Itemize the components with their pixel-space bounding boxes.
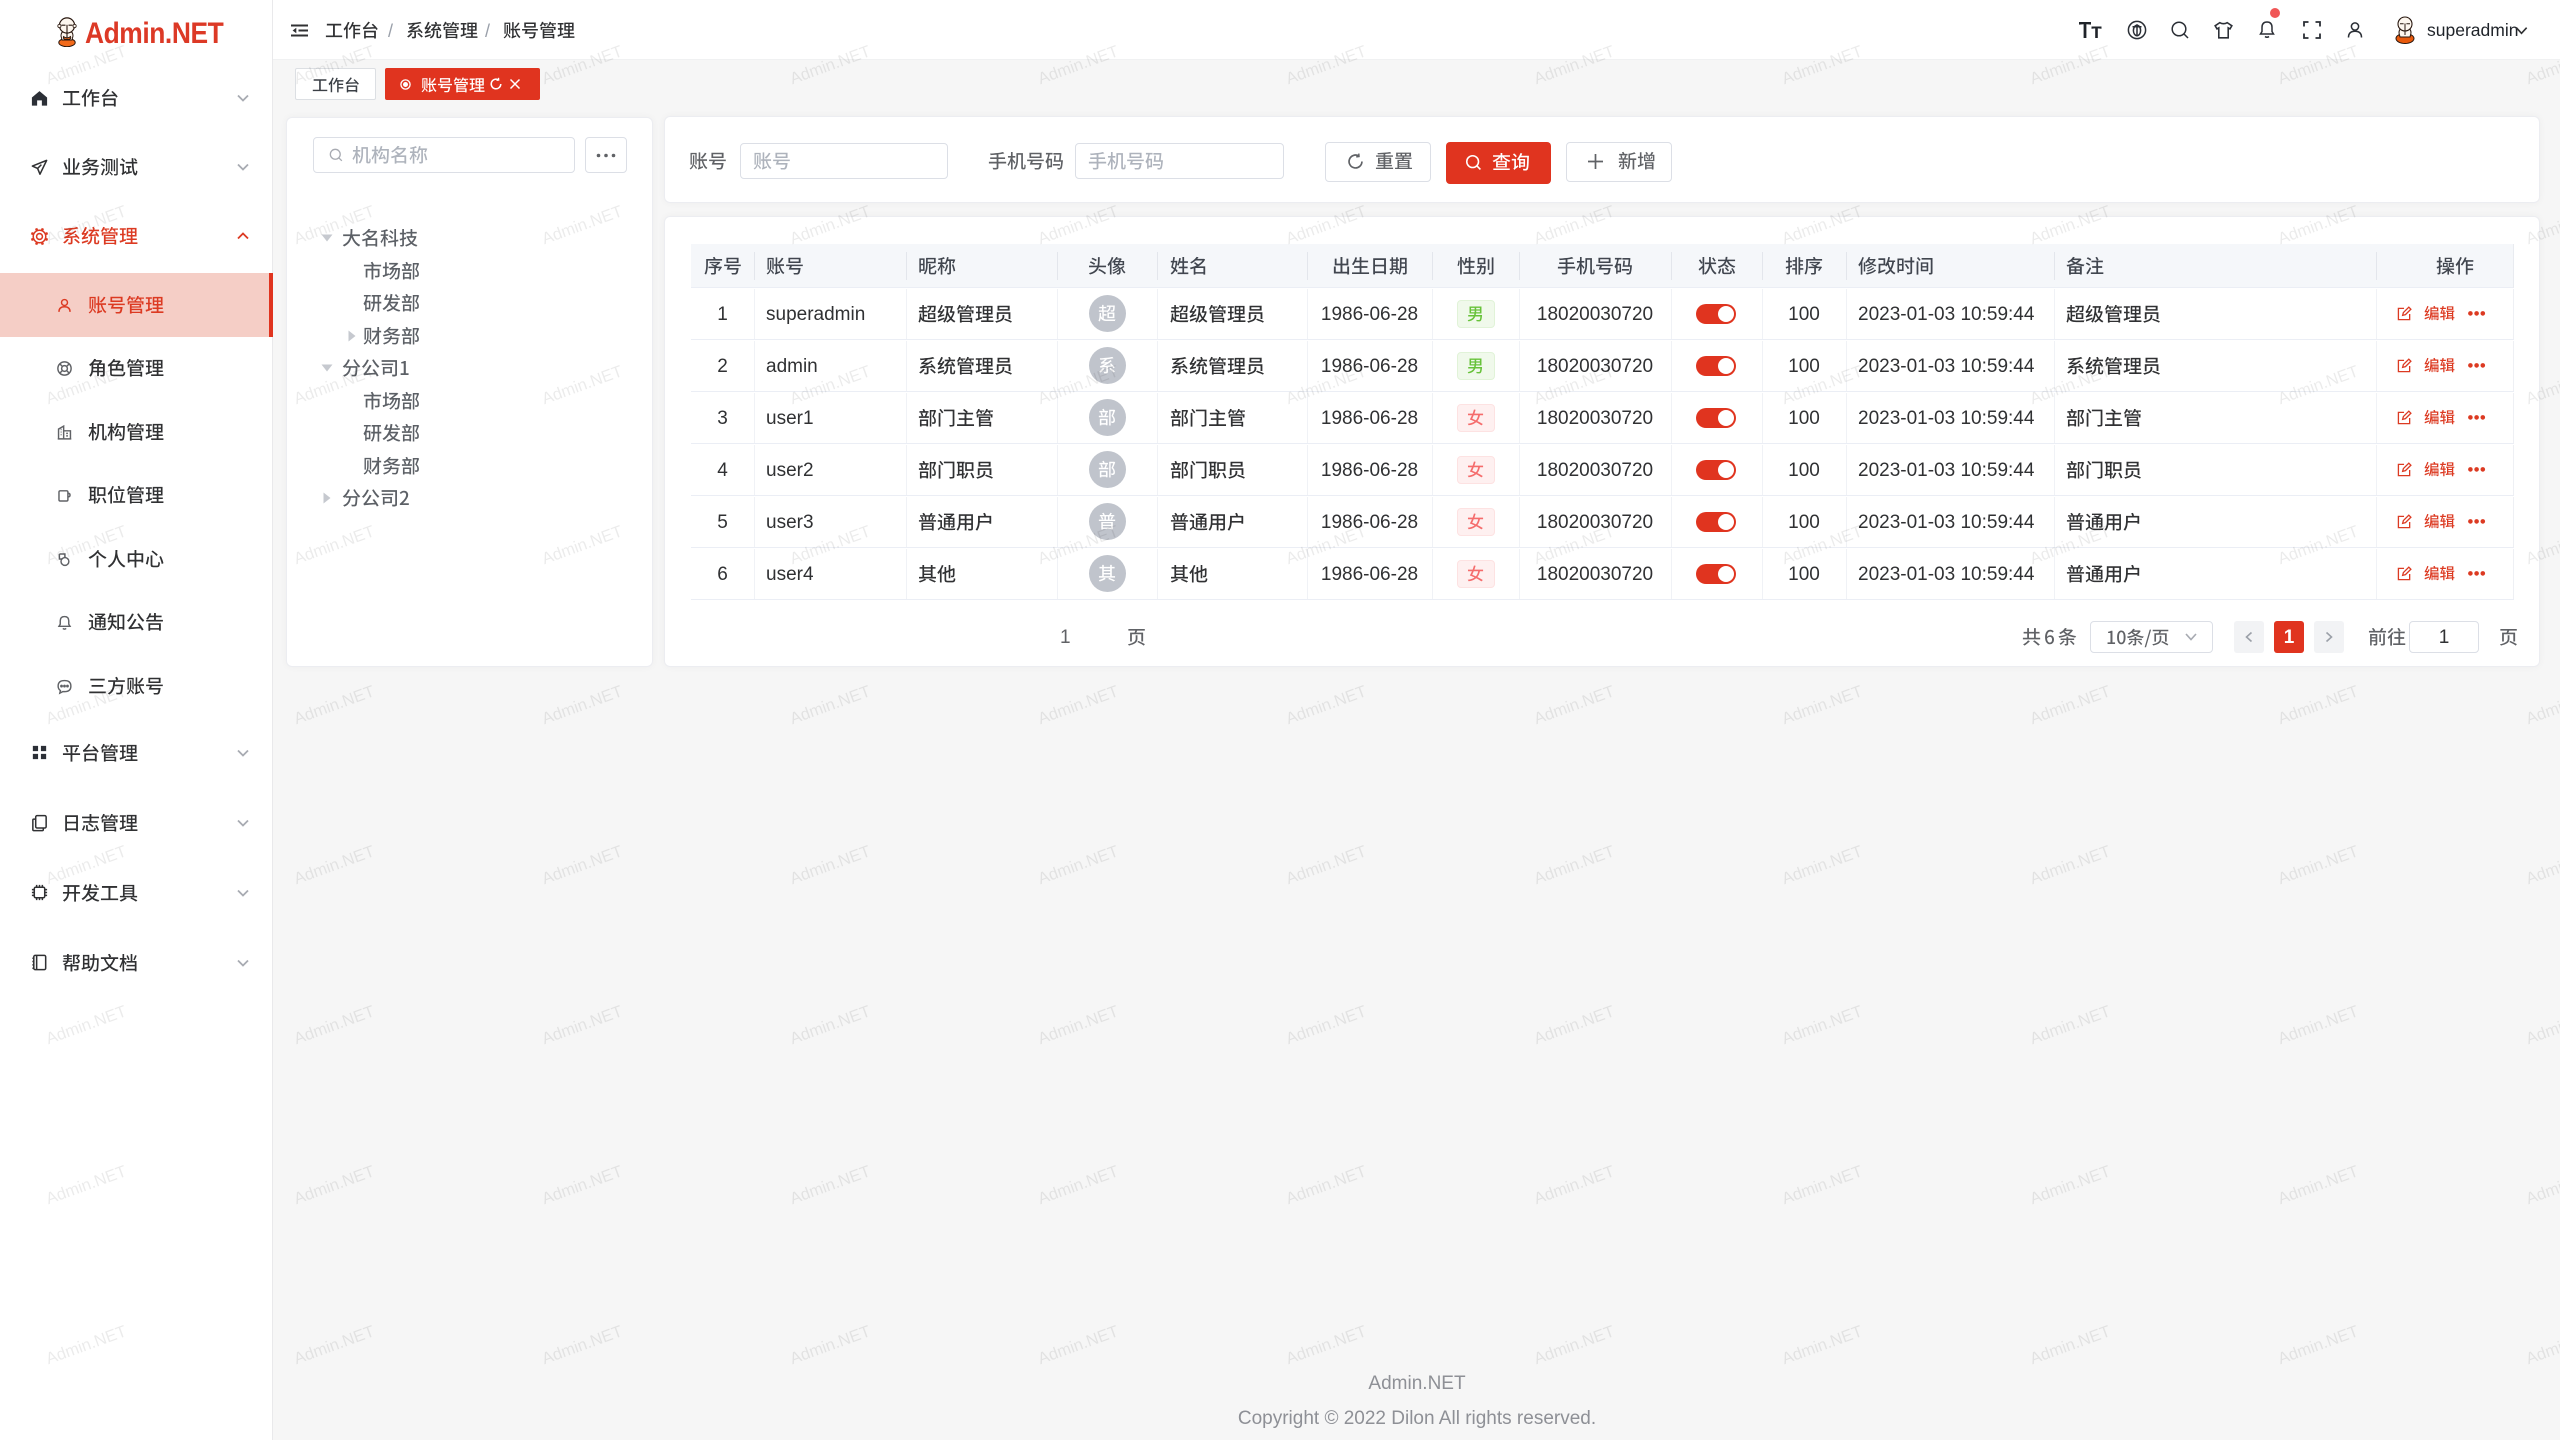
svg-text:Admin.NET: Admin.NET (1532, 1322, 1617, 1368)
svg-text:Admin.NET: Admin.NET (1284, 682, 1369, 728)
svg-text:Admin.NET: Admin.NET (2028, 1162, 2113, 1208)
svg-text:Admin.NET: Admin.NET (1780, 1322, 1865, 1368)
svg-text:Admin.NET: Admin.NET (1780, 1002, 1865, 1048)
svg-text:Admin.NET: Admin.NET (2276, 1002, 2361, 1048)
svg-text:Admin.NET: Admin.NET (788, 1002, 873, 1048)
svg-text:Admin.NET: Admin.NET (1780, 682, 1865, 728)
svg-text:Admin.NET: Admin.NET (1532, 682, 1617, 728)
svg-text:Admin.NET: Admin.NET (292, 1162, 377, 1208)
svg-text:Admin.NET: Admin.NET (1036, 1002, 1121, 1048)
svg-text:Admin.NET: Admin.NET (1284, 1162, 1369, 1208)
svg-text:Admin.NET: Admin.NET (1780, 1162, 1865, 1208)
svg-text:Admin.NET: Admin.NET (788, 842, 873, 888)
svg-text:Admin.NET: Admin.NET (1036, 842, 1121, 888)
svg-text:Admin.NET: Admin.NET (2524, 1002, 2560, 1048)
svg-text:Admin.NET: Admin.NET (2028, 1002, 2113, 1048)
svg-text:Admin.NET: Admin.NET (2028, 842, 2113, 888)
svg-text:Admin.NET: Admin.NET (2524, 1322, 2560, 1368)
svg-text:Admin.NET: Admin.NET (1780, 842, 1865, 888)
svg-text:Admin.NET: Admin.NET (292, 1002, 377, 1048)
svg-text:Admin.NET: Admin.NET (1036, 682, 1121, 728)
svg-text:Admin.NET: Admin.NET (1036, 1162, 1121, 1208)
svg-text:Admin.NET: Admin.NET (540, 1002, 625, 1048)
svg-text:Admin.NET: Admin.NET (2028, 1322, 2113, 1368)
svg-text:Admin.NET: Admin.NET (540, 1162, 625, 1208)
svg-text:Admin.NET: Admin.NET (788, 1322, 873, 1368)
svg-text:Admin.NET: Admin.NET (2276, 842, 2361, 888)
svg-text:Admin.NET: Admin.NET (540, 1322, 625, 1368)
svg-text:Admin.NET: Admin.NET (1532, 1002, 1617, 1048)
svg-text:Admin.NET: Admin.NET (292, 842, 377, 888)
svg-text:Admin.NET: Admin.NET (2524, 682, 2560, 728)
svg-text:Admin.NET: Admin.NET (2276, 1322, 2361, 1368)
svg-text:Admin.NET: Admin.NET (788, 1162, 873, 1208)
svg-text:Admin.NET: Admin.NET (2276, 1162, 2361, 1208)
svg-text:Admin.NET: Admin.NET (540, 842, 625, 888)
svg-text:Admin.NET: Admin.NET (292, 1322, 377, 1368)
svg-text:Admin.NET: Admin.NET (1284, 1322, 1369, 1368)
svg-text:Admin.NET: Admin.NET (1036, 1322, 1121, 1368)
svg-text:Admin.NET: Admin.NET (1284, 842, 1369, 888)
svg-text:Admin.NET: Admin.NET (788, 682, 873, 728)
svg-text:Admin.NET: Admin.NET (2524, 842, 2560, 888)
svg-text:Admin.NET: Admin.NET (540, 682, 625, 728)
svg-text:Admin.NET: Admin.NET (292, 682, 377, 728)
svg-text:Admin.NET: Admin.NET (2028, 682, 2113, 728)
svg-text:Admin.NET: Admin.NET (1284, 1002, 1369, 1048)
svg-text:Admin.NET: Admin.NET (1532, 842, 1617, 888)
svg-text:Admin.NET: Admin.NET (1532, 1162, 1617, 1208)
svg-text:Admin.NET: Admin.NET (2524, 1162, 2560, 1208)
svg-text:Admin.NET: Admin.NET (2276, 682, 2361, 728)
